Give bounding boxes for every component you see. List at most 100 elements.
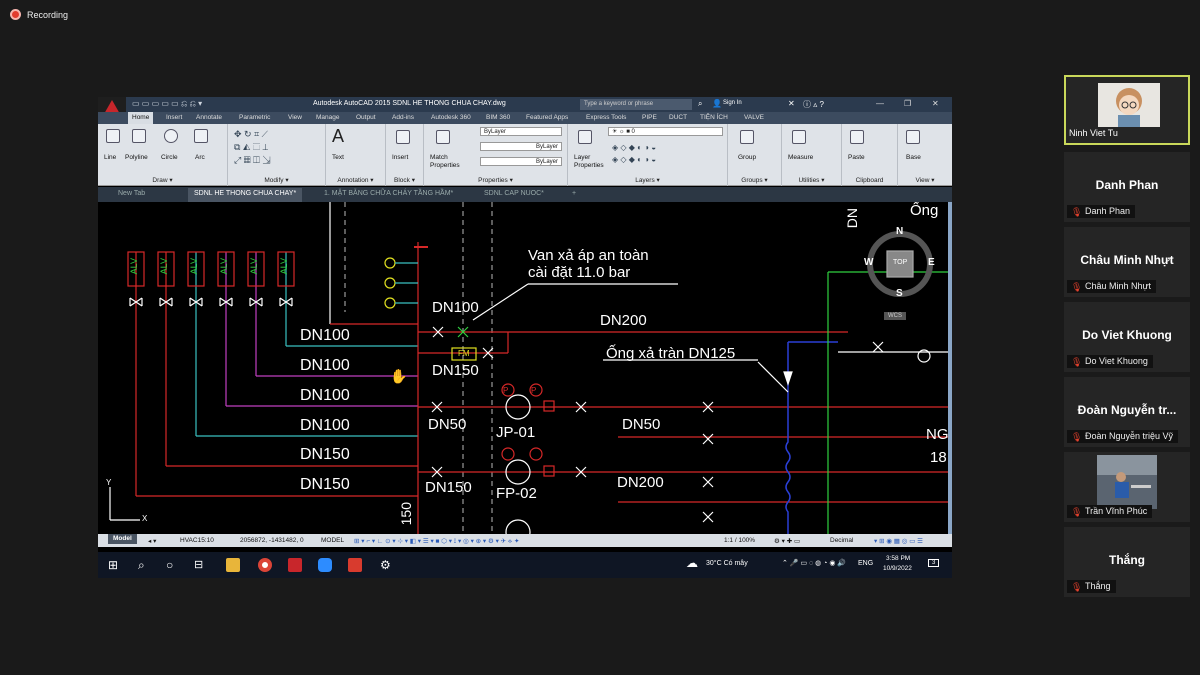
annotation-scale[interactable]: 1:1 / 100% <box>724 537 755 544</box>
participant-tile[interactable]: Thắng 🎙 Thắng <box>1064 527 1190 597</box>
clock-time[interactable]: 3:58 PM <box>886 555 910 562</box>
search-icon[interactable]: ⌕ <box>138 558 152 572</box>
new-tab-button[interactable]: + <box>572 190 576 197</box>
tab-insert[interactable]: Insert <box>166 114 182 121</box>
tab-autodesk360[interactable]: Autodesk 360 <box>431 114 471 121</box>
settings-icons[interactable]: ⚙ ▾ ✚ ▭ <box>774 537 800 545</box>
close-button[interactable]: ✕ <box>932 99 939 108</box>
tab-valve[interactable]: VALVE <box>744 114 764 121</box>
autocad-taskbar-icon[interactable] <box>288 558 302 572</box>
group-clipboard-label[interactable]: Clipboard <box>842 177 897 184</box>
tab-tien-ich[interactable]: TIỆN ÍCH <box>700 114 728 121</box>
measure-tool-label[interactable]: Measure <box>788 154 813 161</box>
participant-tile[interactable]: Đoàn Nguyễn tr... 🎙 Đoàn Nguyễn triệu Vỹ <box>1064 377 1190 447</box>
weather-text[interactable]: 30°C Có mây <box>706 560 748 567</box>
tab-pipe[interactable]: PIPE <box>642 114 657 121</box>
layer-properties-label[interactable]: Layer Properties <box>574 154 604 170</box>
layer-dropdown[interactable]: ☀ ☼ ■ 0 <box>608 127 723 136</box>
minimize-button[interactable]: — <box>876 99 884 108</box>
paste-icon[interactable] <box>850 130 864 144</box>
tab-express-tools[interactable]: Express Tools <box>586 114 626 121</box>
group-modify-label[interactable]: Modify ▾ <box>228 176 325 184</box>
notification-badge[interactable]: 3 <box>928 559 940 567</box>
line-tool-label[interactable]: Line <box>104 154 116 161</box>
model-tab[interactable]: Model <box>108 534 137 544</box>
group-groups-label[interactable]: Groups ▾ <box>728 176 781 184</box>
widgets-icon[interactable]: ⊟ <box>194 558 208 572</box>
doc-tab-cap-nuoc[interactable]: SDNL CAP NUOC* <box>484 190 544 197</box>
wcs-button[interactable]: WCS <box>884 312 906 320</box>
vertical-scrollbar[interactable] <box>948 202 952 534</box>
tab-manage[interactable]: Manage <box>316 114 340 121</box>
sign-in-button[interactable]: Sign In <box>723 100 742 106</box>
tab-bim360[interactable]: BIM 360 <box>486 114 510 121</box>
compass-e[interactable]: E <box>928 257 935 268</box>
tab-output[interactable]: Output <box>356 114 376 121</box>
base-tool-label[interactable]: Base <box>906 154 921 161</box>
language-indicator[interactable]: ENG <box>858 560 873 567</box>
exchange-icon[interactable]: ✕ <box>788 99 795 108</box>
lineweight-dropdown[interactable]: ByLayer <box>480 157 562 166</box>
clock-date[interactable]: 10/9/2022 <box>883 565 912 572</box>
doc-tab-mat-bang[interactable]: 1. MẶT BẰNG CHỮA CHÁY TẦNG HẦM* <box>324 190 453 197</box>
drafting-tools-icons[interactable]: ⊞ ▾ ⌐ ▾ ∟ ⊙ ▾ ⊹ ▾ ◧ ▾ ☰ ▾ ■ ⬡ ▾ ⟟ ▾ ◎ ▾ … <box>354 537 519 546</box>
settings-gear-icon[interactable]: ⚙ <box>380 558 394 572</box>
maximize-button[interactable]: ❐ <box>904 99 911 108</box>
viewcube-top[interactable]: TOP <box>893 259 907 266</box>
participant-tile[interactable]: Danh Phan 🎙 Danh Phan <box>1064 152 1190 222</box>
color-dropdown[interactable]: ByLayer <box>480 127 562 136</box>
text-icon[interactable]: A <box>332 126 344 147</box>
tab-featured-apps[interactable]: Featured Apps <box>526 114 568 121</box>
tab-addins[interactable]: Add-ins <box>392 114 414 121</box>
tab-view[interactable]: View <box>288 114 302 121</box>
layout-nav-icon[interactable]: ◂ ▾ <box>148 537 156 545</box>
tab-duct[interactable]: DUCT <box>669 114 687 121</box>
task-view-icon[interactable]: ○ <box>166 558 180 572</box>
modify-tools-icons[interactable]: ✥ ↻ ⌗ ⟋ ⧉ ◭ ⬚ ⟂ ⤢ ▦ ◫ ⇲ <box>234 128 271 167</box>
participant-tile-active[interactable]: Ninh Viet Tu <box>1064 75 1190 145</box>
group-properties-label[interactable]: Properties ▾ <box>424 176 567 184</box>
participant-tile[interactable]: Do Viet Khuong 🎙 Do Viet Khuong <box>1064 302 1190 372</box>
participant-tile[interactable]: Châu Minh Nhựt 🎙 Châu Minh Nhựt <box>1064 227 1190 297</box>
zoom-icon[interactable] <box>318 558 332 572</box>
match-properties-label[interactable]: Match Properties <box>430 154 460 170</box>
compass-s[interactable]: S <box>896 288 903 299</box>
group-view-label[interactable]: View ▾ <box>898 176 952 184</box>
base-view-icon[interactable] <box>906 130 920 144</box>
help-icon[interactable]: ⓘ ▵ ? <box>803 99 824 110</box>
search-input[interactable]: Type a keyword or phrase <box>580 99 692 110</box>
quick-access-icons[interactable]: ▭ ▭ ▭ ▭ ▭ ⎌ ⎌ ▾ <box>132 99 202 109</box>
chrome-icon[interactable] <box>258 558 272 572</box>
drawing-canvas[interactable]: ALV ALV ALV ALV ALV ALV DN100 DN100 DN10… <box>98 202 948 534</box>
group-annotation-label[interactable]: Annotation ▾ <box>326 176 385 184</box>
tab-annotate[interactable]: Annotate <box>196 114 222 121</box>
compass-w[interactable]: W <box>864 257 873 268</box>
text-tool-label[interactable]: Text <box>332 154 344 161</box>
compass-n[interactable]: N <box>896 226 903 237</box>
doc-tab-new[interactable]: New Tab <box>118 190 145 197</box>
paste-tool-label[interactable]: Paste <box>848 154 865 161</box>
polyline-tool-label[interactable]: Polyline <box>125 154 148 161</box>
circle-icon[interactable] <box>164 129 178 143</box>
polyline-icon[interactable] <box>132 129 146 143</box>
participant-tile[interactable]: 🎙 Trần Vĩnh Phúc <box>1064 452 1190 522</box>
file-explorer-icon[interactable] <box>226 558 240 572</box>
model-space-button[interactable]: MODEL <box>321 537 344 544</box>
insert-block-icon[interactable] <box>396 130 410 144</box>
group-icon[interactable] <box>740 130 754 144</box>
group-tool-label[interactable]: Group <box>738 154 756 161</box>
measure-icon[interactable] <box>792 130 806 144</box>
arc-icon[interactable] <box>194 129 208 143</box>
insert-tool-label[interactable]: Insert <box>392 154 408 161</box>
tray-icons[interactable]: ⌃ 🎤 ▭ ◌ ◍ ◔ ◉ 🔊 <box>782 559 846 567</box>
group-utilities-label[interactable]: Utilities ▾ <box>782 176 841 184</box>
binoculars-icon[interactable]: ⌕ <box>698 99 702 109</box>
group-block-label[interactable]: Block ▾ <box>386 176 423 184</box>
group-draw-label[interactable]: Draw ▾ <box>98 176 227 184</box>
layout-tab[interactable]: HVAC15:10 <box>180 537 214 544</box>
status-right-icons[interactable]: ▾ ⊞ ◉ ▦ ◎ ▭ ☰ <box>874 537 923 545</box>
arc-tool-label[interactable]: Arc <box>195 154 205 161</box>
units-dropdown[interactable]: Decimal <box>830 537 853 544</box>
doc-tab-active[interactable]: SDNL HE THONG CHUA CHAY* <box>188 188 303 202</box>
match-properties-icon[interactable] <box>436 130 450 144</box>
